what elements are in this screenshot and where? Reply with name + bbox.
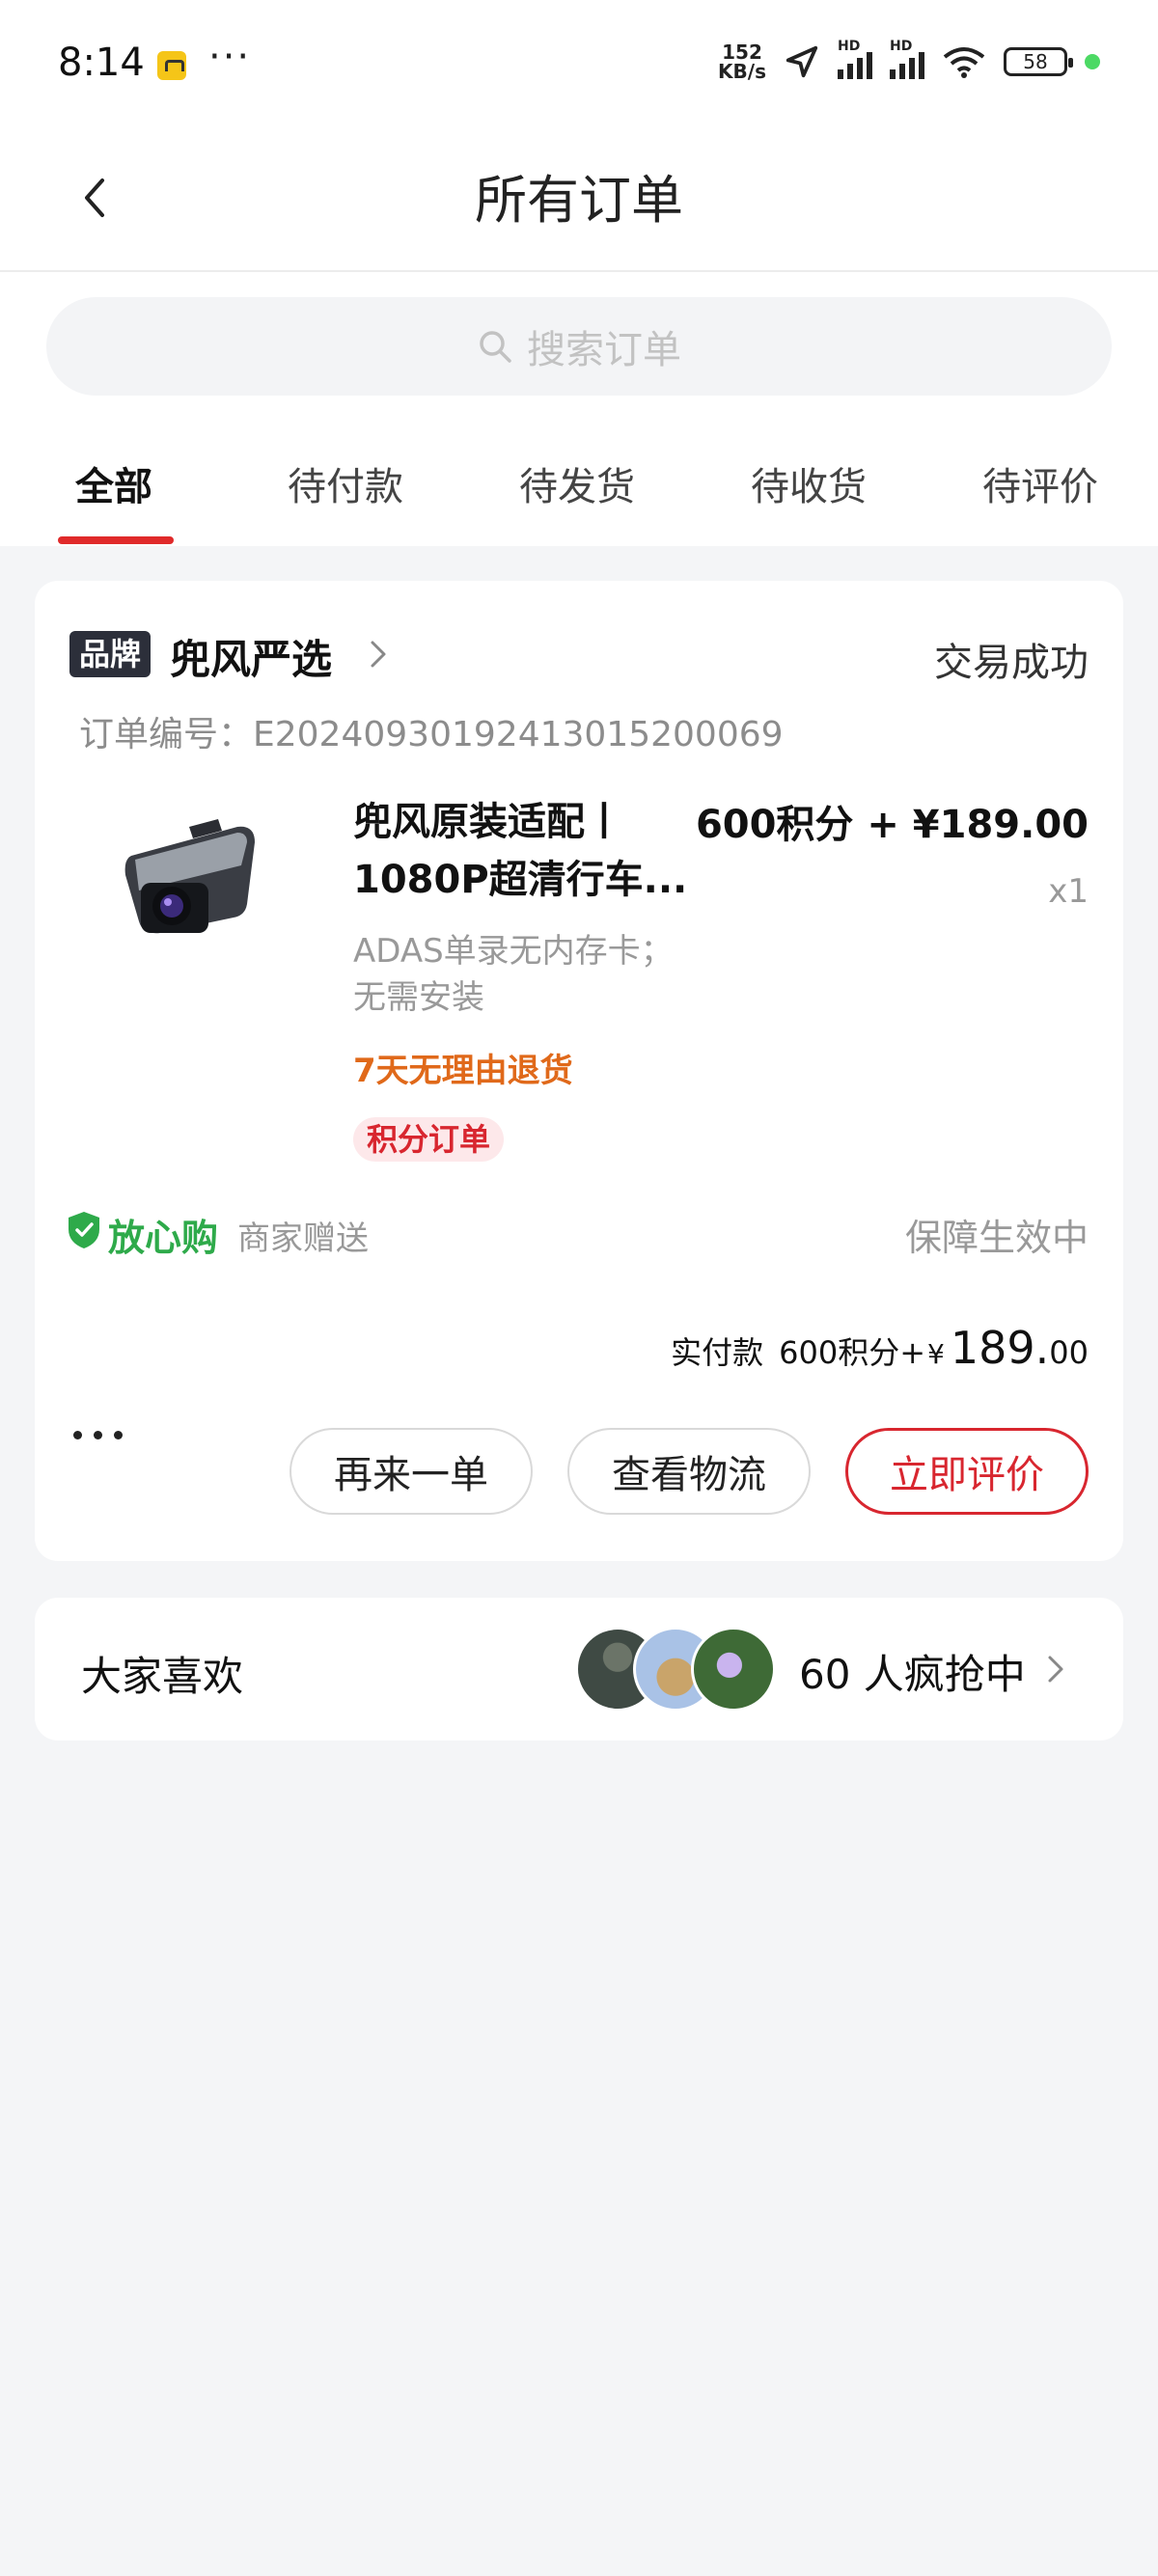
signal-icon-2: HD <box>890 39 924 79</box>
paid-label: 实付款 <box>671 1334 764 1371</box>
avatar <box>691 1627 776 1712</box>
status-bar: 8:14 ··· 152 KB/s HD HD 58 <box>0 0 1158 130</box>
order-card[interactable]: 品牌 兜风严选 交易成功 订单编号：E202409301924130152000… <box>35 581 1123 1561</box>
app-notification-icon <box>157 51 186 80</box>
recommendation-bar[interactable]: 大家喜欢 60 人疯抢中 <box>35 1598 1123 1740</box>
product-spec: ADAS单录无内存卡；无需安装 <box>353 932 674 1017</box>
tab-all[interactable]: 全部 <box>75 455 152 511</box>
search-icon <box>480 331 511 363</box>
signal-icon: HD <box>838 39 872 79</box>
paid-amount: 实付款 600积分+ ¥ 189. 00 <box>671 1322 1089 1374</box>
view-logistics-button[interactable]: 查看物流 <box>567 1428 811 1515</box>
page-header: 所有订单 <box>0 130 1158 272</box>
product-title[interactable]: 兜风原装适配丨 1080P超清行车... <box>353 793 701 909</box>
chevron-right-icon[interactable] <box>1038 1652 1073 1686</box>
merchant-gift-label: 商家赠送 <box>237 1219 369 1258</box>
brand-badge: 品牌 <box>69 631 152 677</box>
tab-pending-receipt[interactable]: 待收货 <box>751 455 867 511</box>
return-policy: 7天无理由退货 <box>353 1052 573 1090</box>
order-number: 订单编号：E20240930192413015200069 <box>79 715 784 754</box>
privacy-dot <box>1085 54 1100 69</box>
tab-pending-review[interactable]: 待评价 <box>982 455 1098 511</box>
location-icon <box>786 45 818 78</box>
active-tab-indicator <box>58 536 174 544</box>
status-indicators: 152 KB/s HD HD 58 <box>718 39 1100 83</box>
currency-symbol: ¥ <box>927 1338 945 1370</box>
recommendation-title: 大家喜欢 <box>81 1653 244 1700</box>
shop-name[interactable]: 兜风严选 <box>170 627 332 686</box>
assurance-label[interactable]: 放心购 <box>108 1208 218 1261</box>
page-title: 所有订单 <box>475 170 683 231</box>
avatar-group <box>575 1627 778 1713</box>
review-now-button[interactable]: 立即评价 <box>845 1428 1089 1515</box>
battery-indicator: 58 <box>1004 47 1073 76</box>
product-price: 600积分 + ¥189.00 <box>695 803 1089 847</box>
wifi-icon <box>943 47 985 78</box>
search-section: 搜索订单 <box>0 272 1158 417</box>
network-speed: 152 KB/s <box>718 41 766 83</box>
more-notifications-icon: ··· <box>208 35 252 79</box>
dashcam-product-image[interactable] <box>93 798 276 981</box>
recommendation-count: 60 人疯抢中 <box>799 1651 1026 1698</box>
search-input[interactable]: 搜索订单 <box>46 297 1112 396</box>
chevron-right-icon[interactable] <box>361 637 396 671</box>
order-tabs: 全部 待付款 待发货 待收货 待评价 <box>0 417 1158 546</box>
status-time: 8:14 <box>58 41 145 85</box>
product-quantity: x1 <box>1048 872 1089 911</box>
tab-pending-payment[interactable]: 待付款 <box>288 455 403 511</box>
points-order-tag: 积分订单 <box>353 1117 505 1162</box>
more-dots-icon[interactable] <box>73 1420 141 1449</box>
paid-points: 600积分+ <box>779 1334 926 1371</box>
search-placeholder: 搜索订单 <box>527 328 681 372</box>
shield-check-icon <box>69 1212 99 1248</box>
paid-amount-integer: 189. <box>950 1322 1050 1374</box>
guarantee-status: 保障生效中 <box>904 1217 1089 1259</box>
paid-amount-decimal: 00 <box>1049 1334 1089 1371</box>
reorder-button[interactable]: 再来一单 <box>290 1428 533 1515</box>
tab-pending-shipment[interactable]: 待发货 <box>519 455 635 511</box>
order-status: 交易成功 <box>934 641 1089 685</box>
